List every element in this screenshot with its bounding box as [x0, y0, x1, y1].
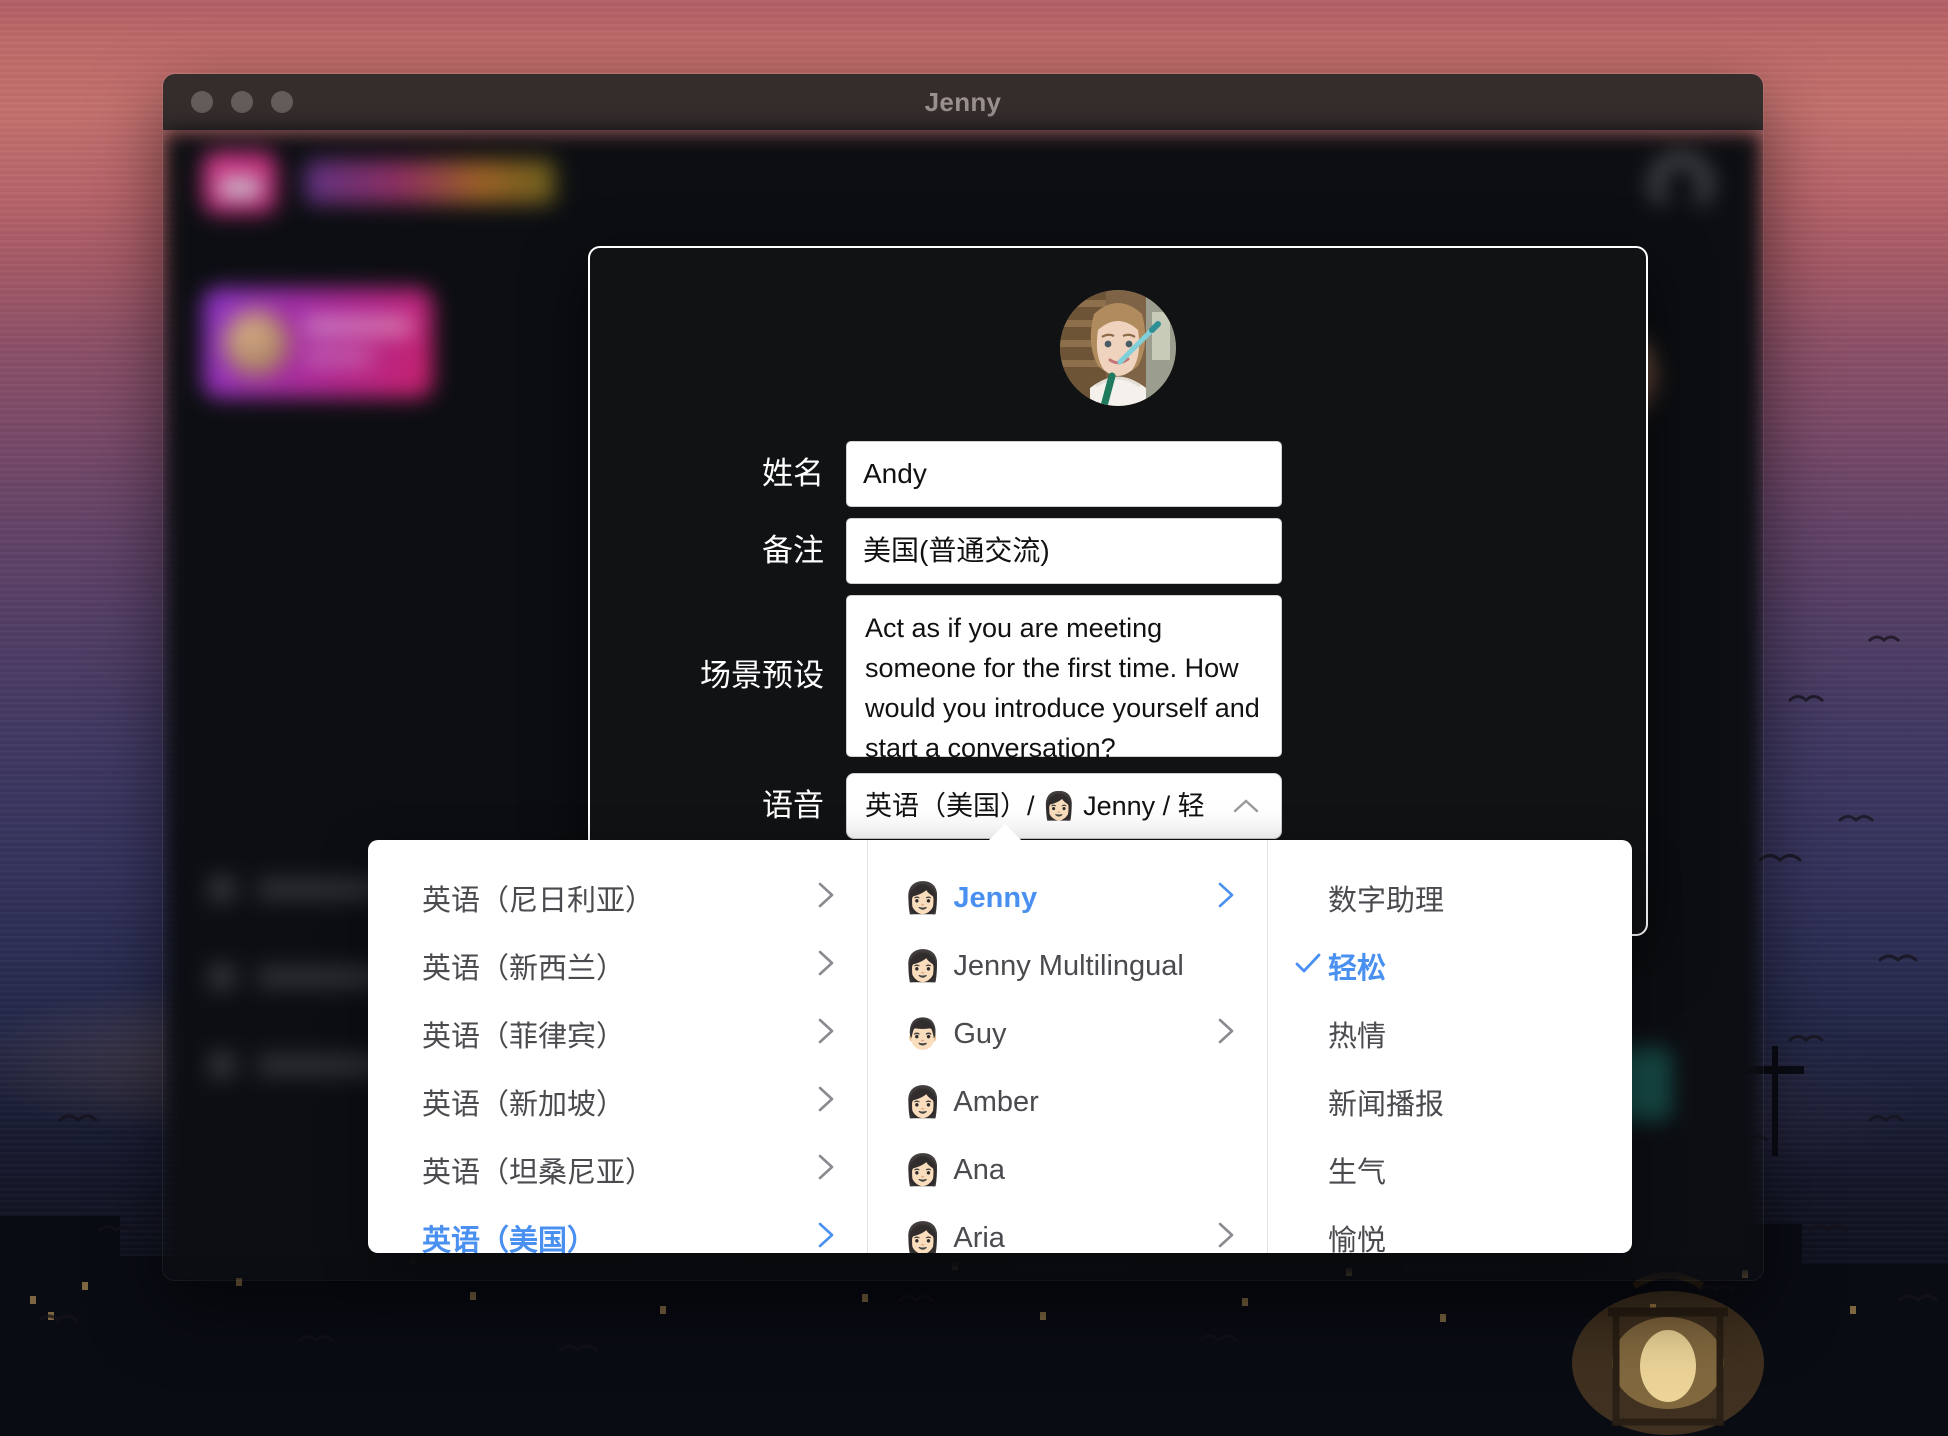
locale-menu-item-label: 英语（美国） — [422, 1217, 815, 1253]
voice-menu-item[interactable]: 👩🏻 Jenny — [868, 864, 1267, 932]
chevron-right-icon — [1215, 1016, 1237, 1053]
style-menu-item-label: 数字助理 — [1328, 877, 1601, 919]
voice-menu-item-label: Aria — [953, 1222, 1215, 1254]
locale-menu-item-label: 英语（菲律宾） — [422, 1013, 815, 1055]
person-avatar-icon: 👩🏻 — [904, 949, 941, 984]
voice-menu-item-label: Ana — [953, 1154, 1237, 1187]
person-avatar-icon: 👩🏻 — [904, 1085, 941, 1120]
voice-select-value: 英语（美国）/ 👩🏻 Jenny / 轻 — [865, 791, 1205, 821]
field-label-scenario: 场景预设 — [632, 595, 846, 757]
style-menu-item[interactable]: 愉悦 — [1268, 1204, 1631, 1253]
contact-card — [203, 288, 433, 398]
chevron-right-icon — [815, 1084, 837, 1121]
scenario-textarea[interactable]: Act as if you are meeting someone for th… — [846, 595, 1282, 757]
style-menu-item-label: 轻松 — [1328, 945, 1601, 987]
locale-menu-item[interactable]: 英语（美国） — [368, 1204, 867, 1253]
voice-menu-column: 👩🏻Jenny👩🏻Jenny Multilingual👨🏻Guy👩🏻Amber👩… — [868, 840, 1268, 1253]
voice-menu-item[interactable]: 👩🏻 Amber — [868, 1068, 1267, 1136]
style-menu-item[interactable]: 生气 — [1268, 1136, 1631, 1204]
window-title: Jenny — [163, 74, 1763, 130]
app-logo-wordmark — [305, 160, 555, 204]
style-menu-item[interactable]: 热情 — [1268, 1000, 1631, 1068]
style-menu-item[interactable]: 数字助理 — [1268, 864, 1631, 932]
locale-menu-item[interactable]: 英语（菲律宾） — [368, 1000, 867, 1068]
field-row-scenario: 场景预设 Act as if you are meeting someone f… — [632, 595, 1282, 757]
voice-menu-item-label: Jenny Multilingual — [953, 950, 1237, 983]
chevron-right-icon — [815, 880, 837, 917]
style-menu-item-label: 新闻播报 — [1328, 1081, 1601, 1123]
note-input[interactable]: 美国(普通交流) — [846, 518, 1282, 584]
style-menu-item[interactable]: 新闻播报 — [1268, 1068, 1631, 1136]
headphone-icon — [1651, 154, 1711, 214]
voice-menu-item[interactable]: 👩🏻 Jenny Multilingual — [868, 932, 1267, 1000]
check-icon — [1294, 950, 1328, 982]
person-avatar-icon: 👩🏻 — [904, 1153, 941, 1188]
locale-menu-item-label: 英语（新西兰） — [422, 945, 815, 987]
locale-menu-item-label: 英语（坦桑尼亚） — [422, 1149, 815, 1191]
voice-select[interactable]: 英语（美国）/ 👩🏻 Jenny / 轻 — [846, 773, 1282, 839]
dropdown-pointer-arrow — [988, 824, 1022, 841]
name-input[interactable]: Andy — [846, 441, 1282, 507]
chevron-right-icon — [815, 1016, 837, 1053]
style-menu-item-label: 愉悦 — [1328, 1217, 1601, 1253]
avatar[interactable] — [1060, 290, 1176, 406]
locale-menu-item-label: 英语（新加坡） — [422, 1081, 815, 1123]
locale-menu-item[interactable]: 英语（新西兰） — [368, 932, 867, 1000]
edit-character-dialog: 姓名 Andy 备注 美国(普通交流) 场景预设 Act as if you a… — [588, 246, 1648, 936]
voice-menu-item-label: Guy — [953, 1018, 1215, 1051]
field-label-voice: 语音 — [632, 773, 846, 839]
person-avatar-icon: 👨🏻 — [904, 1017, 941, 1052]
chevron-right-icon — [815, 1152, 837, 1189]
locale-menu-column: 英语（尼日利亚） 英语（新西兰） 英语（菲律宾） 英语（新加坡） 英语（坦桑尼亚） 英语（… — [368, 840, 868, 1253]
locale-menu-item[interactable]: 英语（尼日利亚） — [368, 864, 867, 932]
field-label-name: 姓名 — [632, 441, 846, 507]
style-menu-item[interactable]: 轻松 — [1268, 932, 1631, 1000]
voice-menu-item[interactable]: 👩🏻 Ana — [868, 1136, 1267, 1204]
style-menu-item-label: 生气 — [1328, 1149, 1601, 1191]
lantern — [1558, 1268, 1778, 1436]
locale-menu-item[interactable]: 英语（坦桑尼亚） — [368, 1136, 867, 1204]
chevron-right-icon — [1215, 1220, 1237, 1254]
chevron-right-icon — [1215, 880, 1237, 917]
voice-menu-item-label: Amber — [953, 1086, 1237, 1119]
field-row-name: 姓名 Andy — [632, 441, 1282, 507]
style-menu-column: 数字助理轻松热情新闻播报生气愉悦 — [1268, 840, 1631, 1253]
voice-menu-item-label: Jenny — [953, 882, 1215, 915]
locale-menu-item[interactable]: 英语（新加坡） — [368, 1068, 867, 1136]
field-label-note: 备注 — [632, 518, 846, 584]
voice-menu-item[interactable]: 👨🏻 Guy — [868, 1000, 1267, 1068]
person-avatar-icon: 👩🏻 — [904, 881, 941, 916]
field-row-note: 备注 美国(普通交流) — [632, 518, 1282, 584]
locale-menu-item-label: 英语（尼日利亚） — [422, 877, 815, 919]
app-logo-icon — [203, 152, 277, 214]
field-row-voice: 语音 英语（美国）/ 👩🏻 Jenny / 轻 — [632, 773, 1282, 839]
window-titlebar: Jenny — [163, 74, 1763, 130]
chevron-up-icon — [1231, 774, 1261, 838]
voice-cascading-menu: 英语（尼日利亚） 英语（新西兰） 英语（菲律宾） 英语（新加坡） 英语（坦桑尼亚） 英语（… — [368, 840, 1632, 1253]
chevron-right-icon — [815, 948, 837, 985]
person-avatar-icon: 👩🏻 — [904, 1221, 941, 1254]
style-menu-item-label: 热情 — [1328, 1013, 1601, 1055]
chevron-right-icon — [815, 1220, 837, 1254]
voice-menu-item[interactable]: 👩🏻 Aria — [868, 1204, 1267, 1253]
